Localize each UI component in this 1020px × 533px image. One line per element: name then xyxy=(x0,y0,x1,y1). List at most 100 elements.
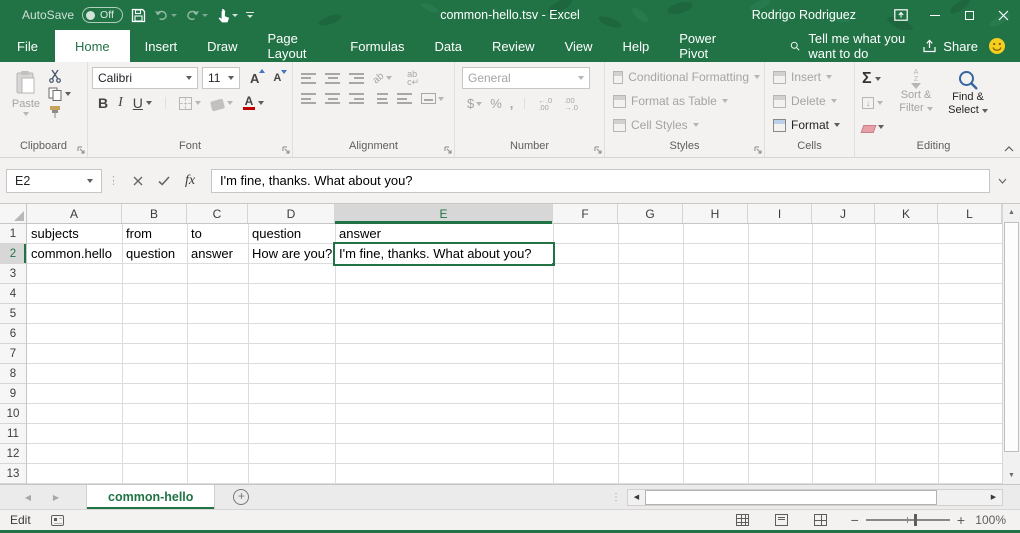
tell-me-box[interactable]: Tell me what you want to do xyxy=(790,30,922,62)
formula-input[interactable]: I'm fine, thanks. What about you? xyxy=(211,169,990,193)
zoom-slider-thumb[interactable] xyxy=(914,514,917,526)
column-header-i[interactable]: I xyxy=(748,204,812,223)
maximize-button[interactable] xyxy=(952,0,986,30)
column-header-l[interactable]: L xyxy=(938,204,1002,223)
font-dialog-launcher[interactable] xyxy=(282,146,290,154)
enter-entry-button[interactable] xyxy=(151,169,177,193)
scroll-up-arrow[interactable]: ▲ xyxy=(1003,204,1020,221)
autosum-button[interactable]: Σ xyxy=(859,68,887,90)
vertical-scrollbar[interactable]: ▲ ▼ xyxy=(1002,204,1020,484)
expand-formula-bar-button[interactable] xyxy=(990,178,1014,184)
row-header-8[interactable]: 8 xyxy=(0,364,26,384)
scroll-left-arrow[interactable]: ◀ xyxy=(628,490,645,505)
tab-power-pivot[interactable]: Power Pivot xyxy=(664,30,744,62)
column-header-d[interactable]: D xyxy=(248,204,335,223)
row-header-1[interactable]: 1 xyxy=(0,224,26,244)
name-box[interactable]: E2 xyxy=(6,169,102,193)
grow-font-button[interactable]: A xyxy=(250,71,259,86)
fill-button[interactable]: ↓ xyxy=(859,92,887,114)
share-button[interactable]: Share xyxy=(922,30,978,62)
minimize-button[interactable] xyxy=(918,0,952,30)
column-header-c[interactable]: C xyxy=(187,204,248,223)
bold-button[interactable]: B xyxy=(98,95,108,111)
row-header-3[interactable]: 3 xyxy=(0,264,26,284)
cell-d1[interactable]: question xyxy=(248,224,335,244)
cell-b2[interactable]: question xyxy=(122,244,187,264)
tabbar-splitter-grip[interactable]: ⋮ xyxy=(605,485,627,509)
column-header-g[interactable]: G xyxy=(618,204,683,223)
column-header-e[interactable]: E xyxy=(335,204,553,224)
formula-bar-grip[interactable]: ⋮ xyxy=(108,174,119,187)
cut-button[interactable] xyxy=(48,69,71,83)
sheet-tab-common-hello[interactable]: common-hello xyxy=(86,485,215,509)
fill-handle[interactable] xyxy=(551,262,555,266)
tab-insert[interactable]: Insert xyxy=(130,30,193,62)
vertical-scroll-thumb[interactable] xyxy=(1004,222,1019,452)
tab-view[interactable]: View xyxy=(550,30,608,62)
cells-area[interactable]: subjects from to question answer common.… xyxy=(27,224,1002,484)
format-painter-button[interactable] xyxy=(48,105,71,119)
clipboard-dialog-launcher[interactable] xyxy=(77,146,85,154)
touch-mouse-mode-button[interactable] xyxy=(216,8,238,23)
number-dialog-launcher[interactable] xyxy=(594,146,602,154)
horizontal-scroll-track[interactable] xyxy=(937,490,985,505)
column-header-a[interactable]: A xyxy=(27,204,122,223)
cell-c2[interactable]: answer xyxy=(187,244,248,264)
row-header-4[interactable]: 4 xyxy=(0,284,26,304)
alignment-dialog-launcher[interactable] xyxy=(444,146,452,154)
next-sheet-button[interactable]: ▶ xyxy=(42,485,70,509)
font-color-button[interactable]: A xyxy=(243,96,264,110)
tab-help[interactable]: Help xyxy=(608,30,665,62)
save-button[interactable] xyxy=(131,8,146,23)
row-header-7[interactable]: 7 xyxy=(0,344,26,364)
find-select-button[interactable]: Find & Select xyxy=(945,67,991,139)
row-header-5[interactable]: 5 xyxy=(0,304,26,324)
column-header-h[interactable]: H xyxy=(683,204,748,223)
cell-e1[interactable]: answer xyxy=(335,224,553,244)
row-header-9[interactable]: 9 xyxy=(0,384,26,404)
macro-record-icon[interactable] xyxy=(51,515,64,526)
row-header-6[interactable]: 6 xyxy=(0,324,26,344)
column-header-b[interactable]: B xyxy=(122,204,187,223)
previous-sheet-button[interactable]: ◀ xyxy=(14,485,42,509)
tab-home[interactable]: Home xyxy=(55,30,130,62)
row-header-11[interactable]: 11 xyxy=(0,424,26,444)
column-header-k[interactable]: K xyxy=(875,204,938,223)
tab-draw[interactable]: Draw xyxy=(192,30,252,62)
tab-file[interactable]: File xyxy=(0,30,55,62)
row-header-10[interactable]: 10 xyxy=(0,404,26,424)
scroll-right-arrow[interactable]: ▶ xyxy=(985,490,1002,505)
column-header-j[interactable]: J xyxy=(812,204,875,223)
collapse-ribbon-button[interactable] xyxy=(1004,146,1014,152)
page-break-preview-button[interactable] xyxy=(814,514,827,526)
zoom-slider[interactable] xyxy=(866,519,950,521)
horizontal-scroll-thumb[interactable] xyxy=(645,490,937,505)
horizontal-scrollbar[interactable]: ◀ ▶ xyxy=(627,489,1003,506)
cell-b1[interactable]: from xyxy=(122,224,187,244)
normal-view-button[interactable] xyxy=(736,514,749,526)
cell-e2-editing[interactable]: I'm fine, thanks. What about you? xyxy=(333,242,555,266)
cell-a2[interactable]: common.hello xyxy=(27,244,122,264)
copy-button[interactable] xyxy=(48,87,71,101)
format-cells-button[interactable]: Format xyxy=(769,114,850,136)
scroll-down-arrow[interactable]: ▼ xyxy=(1003,467,1020,484)
cell-c1[interactable]: to xyxy=(187,224,248,244)
font-name-combo[interactable]: Calibri xyxy=(92,67,198,89)
shrink-font-button[interactable]: A xyxy=(273,72,281,84)
row-header-2[interactable]: 2 xyxy=(0,244,26,264)
tab-review[interactable]: Review xyxy=(477,30,550,62)
cancel-entry-button[interactable] xyxy=(125,169,151,193)
row-header-12[interactable]: 12 xyxy=(0,444,26,464)
cell-d2[interactable]: How are you? xyxy=(248,244,335,264)
styles-dialog-launcher[interactable] xyxy=(754,146,762,154)
feedback-button[interactable] xyxy=(988,30,1006,62)
close-button[interactable] xyxy=(986,0,1020,30)
italic-button[interactable]: I xyxy=(118,95,123,111)
zoom-level[interactable]: 100% xyxy=(972,513,1006,527)
new-sheet-button[interactable]: + xyxy=(215,485,267,509)
row-header-13[interactable]: 13 xyxy=(0,464,26,484)
column-header-f[interactable]: F xyxy=(553,204,618,223)
clear-button[interactable] xyxy=(859,116,887,138)
user-name[interactable]: Rodrigo Rodriguez xyxy=(752,8,856,22)
zoom-out-button[interactable]: − xyxy=(851,513,859,527)
